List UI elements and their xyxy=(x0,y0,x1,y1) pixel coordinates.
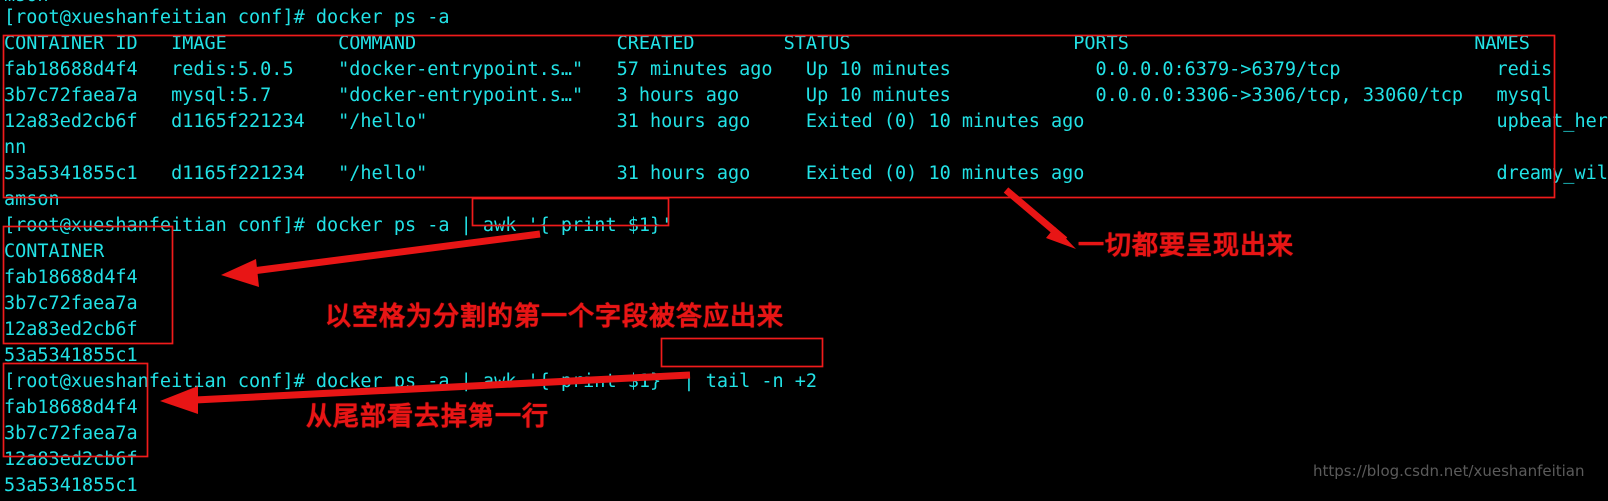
csdn-watermark: https://blog.csdn.net/xueshanfeitian xyxy=(1313,462,1585,480)
terminal-screenshot: mson [root@xueshanfeitian conf]# docker … xyxy=(0,0,1608,501)
terminal-output-area[interactable]: mson [root@xueshanfeitian conf]# docker … xyxy=(0,0,1608,501)
awk-output-id-4: 53a5341855c1 xyxy=(4,345,138,366)
tail-output-id-1: fab18688d4f4 xyxy=(4,397,138,418)
tail-output-id-3: 12a83ed2cb6f xyxy=(4,449,138,470)
docker-ps-row-dreamy: 53a5341855c1 d1165f221234 "/hello" 31 ho… xyxy=(4,163,1608,184)
docker-ps-row-upbeat-wrap: nn xyxy=(4,137,27,158)
annotation-drop-first-line: 从尾部看去掉第一行 xyxy=(306,402,550,432)
awk-output-id-3: 12a83ed2cb6f xyxy=(4,319,138,340)
docker-ps-row-dreamy-wrap: amson xyxy=(4,189,60,210)
docker-ps-row-mysql: 3b7c72faea7a mysql:5.7 "docker-entrypoin… xyxy=(4,85,1553,106)
annotation-first-field-printed: 以空格为分割的第一个字段被答应出来 xyxy=(325,302,785,332)
awk-output-id-1: fab18688d4f4 xyxy=(4,267,138,288)
terminal-prompt-line-2: [root@xueshanfeitian conf]# docker ps -a… xyxy=(4,215,673,236)
docker-ps-row-upbeat: 12a83ed2cb6f d1165f221234 "/hello" 31 ho… xyxy=(4,111,1608,132)
annotation-everything-must-be-shown: 一切都要呈现出来 xyxy=(1078,231,1295,261)
awk-output-container: CONTAINER xyxy=(4,241,105,262)
docker-ps-row-redis: fab18688d4f4 redis:5.0.5 "docker-entrypo… xyxy=(4,59,1553,80)
terminal-prompt-line-1: [root@xueshanfeitian conf]# docker ps -a xyxy=(4,7,450,28)
tail-output-id-2: 3b7c72faea7a xyxy=(4,423,138,444)
awk-output-id-2: 3b7c72faea7a xyxy=(4,293,138,314)
terminal-prompt-line-3: [root@xueshanfeitian conf]# docker ps -a… xyxy=(4,371,818,392)
tail-output-id-4: 53a5341855c1 xyxy=(4,475,138,496)
docker-ps-header-row: CONTAINER ID IMAGE COMMAND CREATED STATU… xyxy=(4,33,1530,54)
